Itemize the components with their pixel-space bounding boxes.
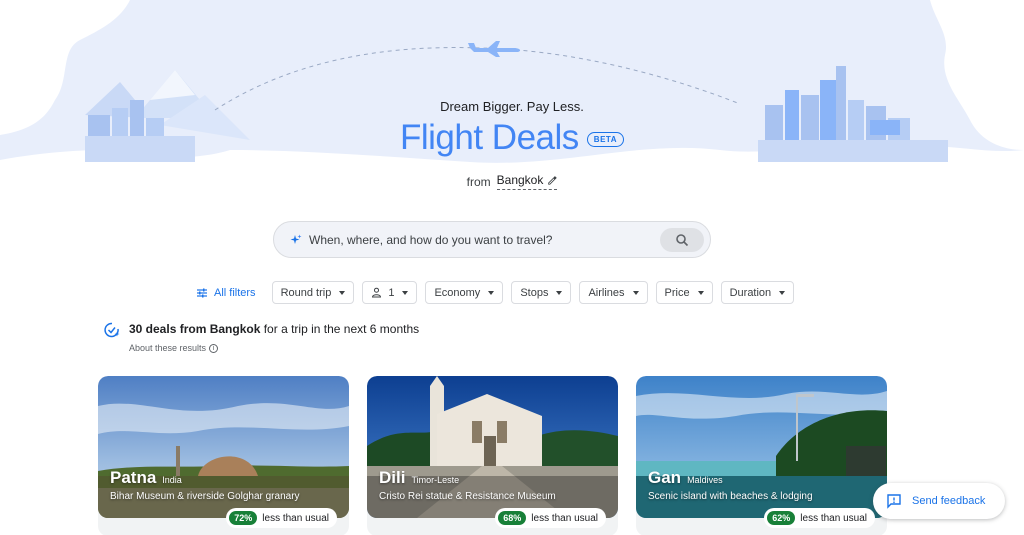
- beta-badge: BETA: [586, 131, 624, 147]
- deal-card-gan[interactable]: Gan Maldives Scenic island with beaches …: [636, 376, 887, 535]
- destination-city: Gan: [648, 468, 682, 487]
- search-icon: [676, 234, 689, 247]
- passengers-label: 1: [388, 286, 395, 299]
- origin-selector: from Bangkok: [0, 173, 1024, 190]
- stops-dropdown[interactable]: Stops: [511, 281, 572, 304]
- results-summary: 30 deals from Bangkok for a trip in the …: [104, 322, 419, 338]
- caret-down-icon: [488, 290, 495, 295]
- filter-bar: All filters Round trip 1 Economy Stops A…: [196, 281, 795, 304]
- passengers-dropdown[interactable]: 1: [362, 281, 418, 304]
- caret-down-icon: [402, 290, 409, 295]
- destination-description: Cristo Rei statue & Resistance Museum: [379, 491, 556, 502]
- caret-down-icon: [556, 290, 563, 295]
- destination-heading: Gan Maldives: [648, 468, 723, 488]
- duration-dropdown[interactable]: Duration: [720, 281, 795, 304]
- deal-text: less than usual: [800, 512, 867, 524]
- about-results-label: About these results: [129, 343, 207, 353]
- deal-badge: 62% less than usual: [764, 508, 875, 528]
- send-feedback-button[interactable]: Send feedback: [873, 483, 1005, 519]
- airlines-dropdown[interactable]: Airlines: [579, 281, 648, 304]
- airlines-label: Airlines: [588, 286, 625, 299]
- from-label: from: [466, 174, 491, 189]
- results-count: 30 deals from Bangkok: [129, 322, 261, 336]
- info-icon: i: [209, 343, 219, 353]
- origin-city-button[interactable]: Bangkok: [496, 173, 558, 190]
- origin-city-label: Bangkok: [496, 173, 544, 187]
- person-icon: [372, 287, 382, 298]
- caret-down-icon: [697, 290, 704, 295]
- send-feedback-label: Send feedback: [912, 495, 986, 507]
- destination-city: Patna: [110, 468, 157, 487]
- deal-percent: 68%: [498, 511, 527, 525]
- destination-country: Maldives: [687, 475, 723, 485]
- deal-percent: 72%: [229, 511, 258, 525]
- deal-text: less than usual: [262, 512, 329, 524]
- tune-icon: [197, 288, 207, 297]
- deal-card-dili[interactable]: Dili Timor-Leste Cristo Rei statue & Res…: [367, 376, 618, 535]
- cabin-class-dropdown[interactable]: Economy: [425, 281, 504, 304]
- destination-country: Timor-Leste: [411, 475, 460, 485]
- trip-type-label: Round trip: [280, 286, 332, 299]
- price-label: Price: [664, 286, 690, 299]
- sparkle-icon: [290, 234, 302, 244]
- destination-heading: Dili Timor-Leste: [379, 468, 459, 488]
- cabin-class-label: Economy: [434, 286, 481, 299]
- results-summary-text: 30 deals from Bangkok for a trip in the …: [129, 322, 419, 338]
- results-timeframe: for a trip in the next 6 months: [260, 322, 420, 336]
- duration-label: Duration: [729, 286, 772, 299]
- feedback-icon: [887, 494, 901, 509]
- destination-heading: Patna India: [110, 468, 182, 488]
- verified-sparkle-icon: [104, 322, 120, 338]
- deal-text: less than usual: [531, 512, 598, 524]
- deal-badge: 72% less than usual: [226, 508, 337, 528]
- all-filters-button[interactable]: All filters: [196, 287, 256, 299]
- destination-city: Dili: [379, 468, 406, 487]
- stops-label: Stops: [520, 286, 549, 299]
- destination-country: India: [162, 475, 182, 485]
- caret-down-icon: [779, 290, 786, 295]
- search-bar: [273, 221, 711, 258]
- title-row: Flight Deals BETA: [0, 118, 1024, 158]
- page-title: Flight Deals: [400, 118, 579, 157]
- destination-description: Bihar Museum & riverside Golghar granary: [110, 491, 300, 502]
- hero-tagline: Dream Bigger. Pay Less.: [440, 99, 584, 114]
- deal-percent: 62%: [767, 511, 796, 525]
- all-filters-label: All filters: [214, 286, 256, 299]
- trip-type-dropdown[interactable]: Round trip: [271, 281, 355, 304]
- deal-badge: 68% less than usual: [495, 508, 606, 528]
- caret-down-icon: [632, 290, 639, 295]
- about-results-link[interactable]: About these results i: [129, 343, 219, 353]
- deal-card-patna[interactable]: Patna India Bihar Museum & riverside Gol…: [98, 376, 349, 535]
- pencil-icon: [548, 176, 558, 185]
- price-dropdown[interactable]: Price: [655, 281, 713, 304]
- search-input[interactable]: [309, 232, 649, 247]
- destination-description: Scenic island with beaches & lodging: [648, 491, 813, 502]
- search-button[interactable]: [660, 228, 704, 252]
- caret-down-icon: [339, 290, 346, 295]
